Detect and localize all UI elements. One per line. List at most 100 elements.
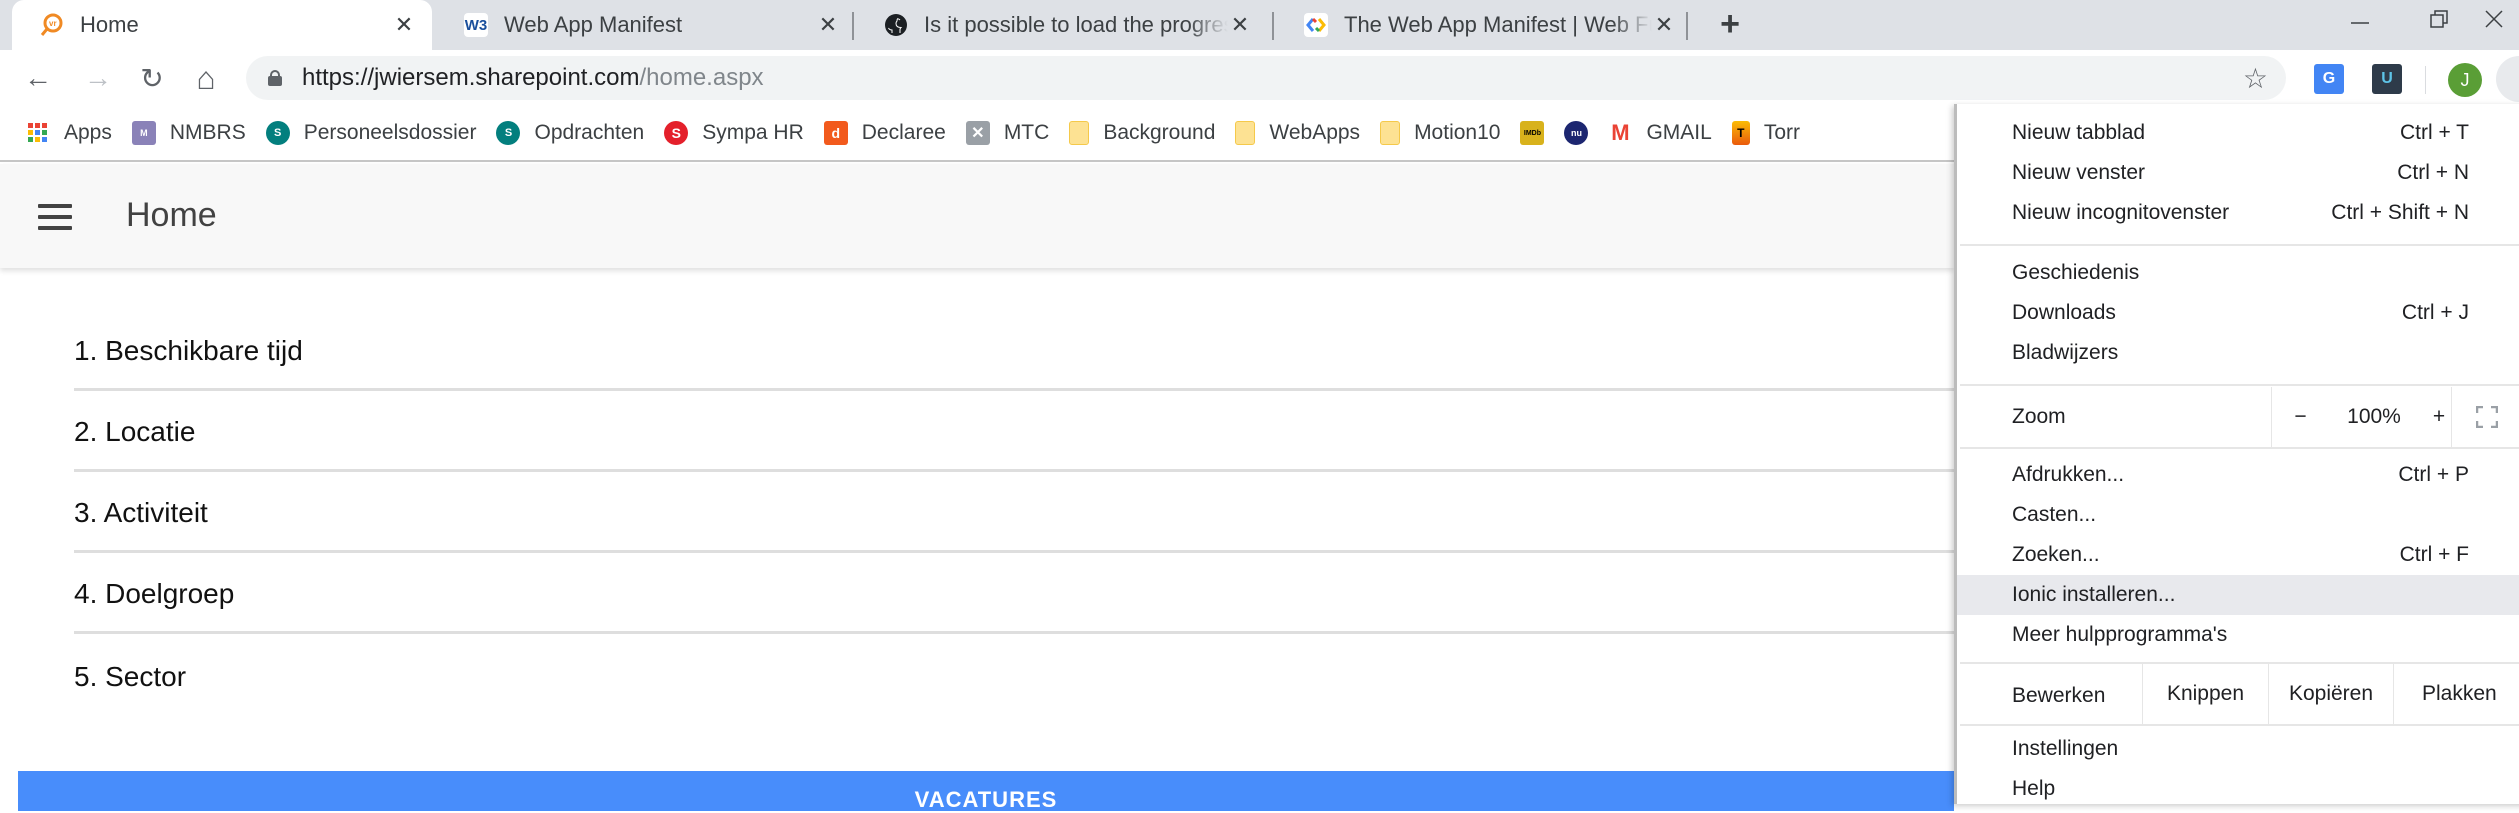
bookmark-torr[interactable]: T Torr	[1722, 113, 1810, 153]
list-item[interactable]: 1. Beschikbare tijd	[74, 310, 1954, 391]
category-list: 1. Beschikbare tijd 2. Locatie 3. Activi…	[74, 310, 1954, 715]
list-item[interactable]: 4. Doelgroep	[74, 553, 1954, 634]
bookmark-folder-webapps[interactable]: WebApps	[1225, 113, 1370, 153]
menu-item-help[interactable]: Help	[1957, 769, 2519, 809]
restore-icon	[2430, 10, 2448, 28]
app-toolbar: Home	[0, 164, 1954, 268]
vr-magnifier-icon: vr	[40, 13, 64, 37]
folder-icon	[1069, 121, 1090, 145]
menu-label: Help	[2012, 777, 2056, 800]
menu-item-new-incognito[interactable]: Nieuw incognitovenster Ctrl + Shift + N	[1957, 193, 2519, 233]
menu-label: Zoeken...	[2012, 543, 2100, 566]
menu-item-find[interactable]: Zoeken... Ctrl + F	[1957, 535, 2519, 575]
bookmark-opdrachten[interactable]: S Opdrachten	[486, 113, 654, 153]
close-icon[interactable]: ✕	[392, 12, 416, 37]
bookmark-gmail[interactable]: M GMAIL	[1598, 113, 1721, 153]
menu-label: Nieuw incognitovenster	[2012, 201, 2230, 224]
bookmark-label: MTC	[1003, 121, 1050, 144]
hamburger-menu-icon[interactable]	[38, 204, 72, 230]
close-icon[interactable]: ✕	[1652, 12, 1676, 37]
address-bar[interactable]: https://jwiersem.sharepoint.com/home.asp…	[246, 56, 2286, 100]
bookmark-label: Apps	[64, 121, 112, 144]
bookmark-nu[interactable]: nu	[1554, 113, 1598, 153]
folder-icon	[1235, 121, 1256, 145]
sharepoint-icon: S	[265, 121, 290, 145]
zoom-out-button[interactable]: −	[2271, 387, 2329, 447]
menu-label: Downloads	[2012, 301, 2116, 324]
menu-label: Afdrukken...	[2012, 463, 2125, 486]
udacity-icon[interactable]: U	[2372, 64, 2402, 94]
web-fundamentals-icon	[1304, 13, 1328, 37]
home-button[interactable]: ⌂	[186, 58, 226, 98]
tab-web-fundamentals[interactable]: The Web App Manifest | Web Fu ✕	[1276, 0, 1692, 50]
bookmark-personeelsdossier[interactable]: S Personeelsdossier	[256, 113, 487, 153]
menu-shortcut: Ctrl + F	[2399, 543, 2469, 566]
new-tab-button[interactable]: +	[1712, 5, 1748, 43]
bookmark-folder-motion10[interactable]: Motion10	[1370, 113, 1510, 153]
menu-item-bookmarks[interactable]: Bladwijzers	[1957, 333, 2519, 373]
menu-label: Bladwijzers	[2012, 341, 2119, 364]
restore-button[interactable]	[2404, 0, 2474, 38]
forward-button[interactable]: →	[78, 58, 118, 98]
paste-button[interactable]: Plakken	[2393, 664, 2519, 724]
menu-label: Geschiedenis	[2012, 261, 2140, 284]
folder-icon	[1380, 121, 1401, 145]
google-translate-icon[interactable]: G	[2314, 64, 2344, 94]
bookmark-declaree[interactable]: d Declaree	[814, 113, 956, 153]
menu-zoom-row: Zoom − 100% +	[1957, 387, 2519, 447]
bookmark-label: GMAIL	[1646, 121, 1712, 144]
menu-item-history[interactable]: Geschiedenis	[1957, 253, 2519, 293]
w3c-icon: W3	[464, 13, 488, 37]
menu-item-settings[interactable]: Instellingen	[1957, 729, 2519, 769]
tab-web-app-manifest[interactable]: W3 Web App Manifest ✕	[436, 0, 856, 50]
url-path: /home.aspx	[639, 64, 764, 91]
copy-button[interactable]: Kopiëren	[2268, 664, 2393, 724]
menu-item-new-tab[interactable]: Nieuw tabblad Ctrl + T	[1957, 113, 2519, 153]
minimize-icon	[2351, 22, 2369, 24]
menu-item-more-tools[interactable]: Meer hulpprogramma's	[1957, 615, 2519, 655]
menu-item-cast[interactable]: Casten...	[1957, 495, 2519, 535]
reload-button[interactable]: ↻	[132, 58, 172, 98]
bookmark-nmbrs[interactable]: M NMBRS	[122, 113, 256, 153]
browser-toolbar: ← → ↻ ⌂ https://jwiersem.sharepoint.com/…	[0, 50, 2519, 106]
tab-home[interactable]: vr Home ✕	[12, 0, 432, 50]
back-button[interactable]: ←	[18, 58, 58, 98]
mtc-icon: ✕	[965, 121, 990, 145]
sympa-icon: S	[664, 121, 689, 145]
close-icon[interactable]: ✕	[816, 12, 840, 37]
menu-item-install-ionic[interactable]: Ionic installeren...	[1957, 575, 2519, 615]
tab-title: Home	[80, 12, 139, 37]
fullscreen-button[interactable]	[2451, 387, 2519, 447]
menu-item-print[interactable]: Afdrukken... Ctrl + P	[1957, 455, 2519, 495]
list-item[interactable]: 2. Locatie	[74, 391, 1954, 472]
fullscreen-icon	[2475, 406, 2498, 428]
bookmark-star-icon[interactable]: ☆	[2243, 62, 2268, 95]
close-window-button[interactable]	[2484, 0, 2519, 38]
url-text[interactable]: https://jwiersem.sharepoint.com/home.asp…	[302, 64, 764, 92]
bookmark-sympa-hr[interactable]: S Sympa HR	[654, 113, 814, 153]
profile-avatar[interactable]: J	[2448, 63, 2482, 97]
github-icon	[884, 13, 908, 37]
menu-item-downloads[interactable]: Downloads Ctrl + J	[1957, 293, 2519, 333]
gmail-icon: M	[1611, 120, 1630, 145]
menu-shortcut: Ctrl + P	[2398, 463, 2469, 486]
tab-github-issue[interactable]: Is it possible to load the progress ✕	[856, 0, 1268, 50]
bookmark-apps[interactable]: Apps	[16, 113, 122, 153]
bookmark-label: Personeelsdossier	[303, 121, 477, 144]
arrow-right-icon: →	[84, 62, 112, 93]
bookmark-label: Declaree	[861, 121, 946, 144]
bookmark-folder-background[interactable]: Background	[1059, 113, 1225, 153]
menu-item-new-window[interactable]: Nieuw venster Ctrl + N	[1957, 153, 2519, 193]
bookmark-imdb[interactable]: IMDb	[1510, 113, 1554, 153]
minimize-button[interactable]	[2325, 0, 2395, 38]
tab-strip: vr Home ✕ W3 Web App Manifest ✕ Is it po…	[0, 0, 2519, 50]
close-icon[interactable]: ✕	[1228, 12, 1252, 37]
vacatures-button[interactable]: VACATURES	[18, 771, 1954, 812]
menu-label: Nieuw venster	[2012, 161, 2146, 184]
bookmark-mtc[interactable]: ✕ MTC	[956, 113, 1060, 153]
tab-separator	[1272, 12, 1274, 40]
list-item[interactable]: 3. Activiteit	[74, 472, 1954, 553]
cut-button[interactable]: Knippen	[2142, 664, 2268, 724]
chrome-menu-button[interactable]	[2496, 56, 2519, 102]
list-item[interactable]: 5. Sector	[74, 634, 1954, 715]
